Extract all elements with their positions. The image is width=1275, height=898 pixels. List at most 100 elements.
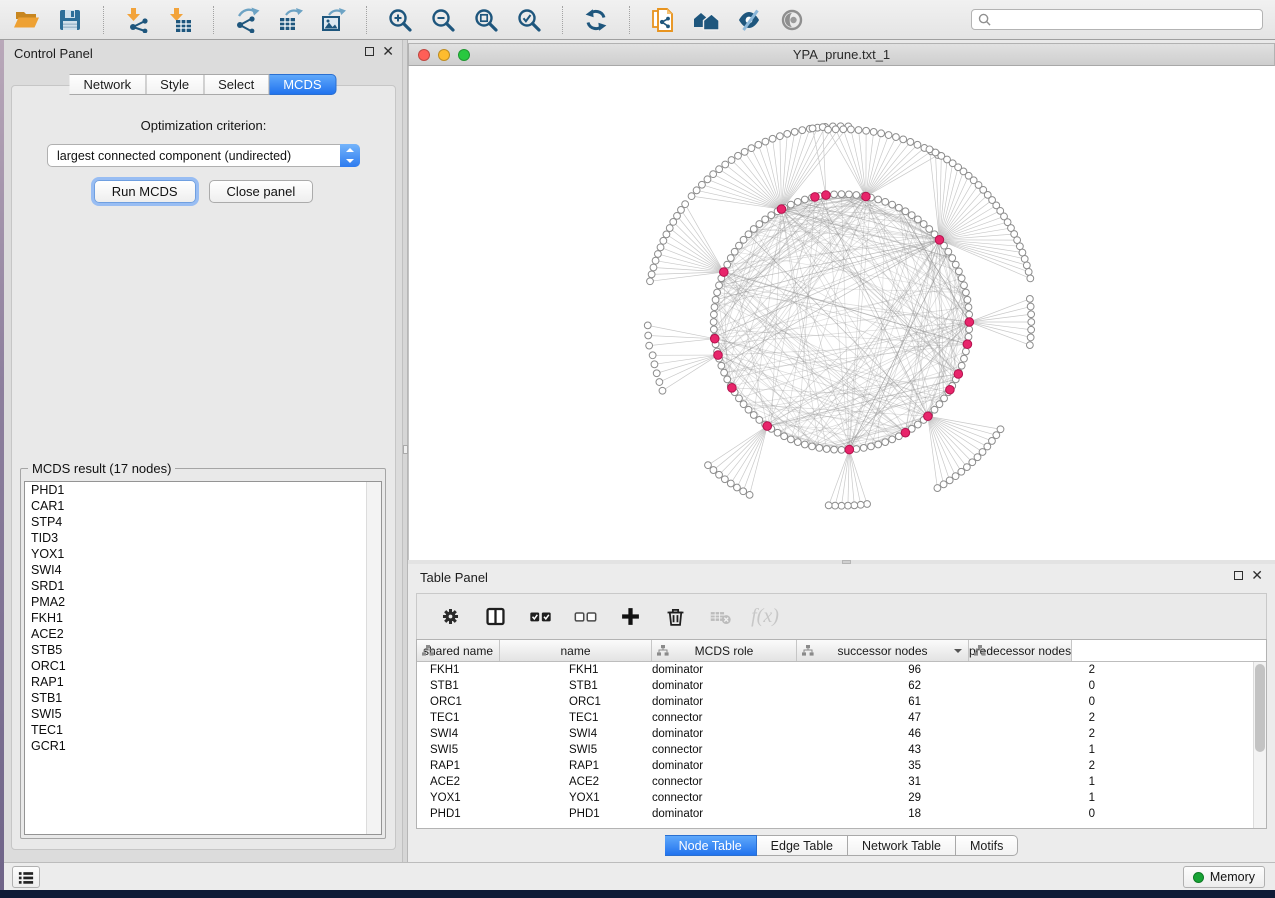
cell-successor-nodes[interactable]: 31 bbox=[791, 774, 936, 790]
table-column-header[interactable]: name bbox=[500, 640, 652, 661]
cell-mcds-role[interactable]: connector bbox=[639, 790, 791, 806]
table-settings-button[interactable] bbox=[437, 604, 463, 630]
hide-graphics-details-button[interactable] bbox=[734, 5, 764, 35]
cell-shared-name[interactable]: SWI4 bbox=[417, 726, 556, 742]
cell-name[interactable]: SWI5 bbox=[556, 742, 639, 758]
cell-mcds-role[interactable]: dominator bbox=[639, 678, 791, 694]
cell-shared-name[interactable]: FKH1 bbox=[417, 662, 556, 678]
table-column-header[interactable]: shared name bbox=[417, 640, 500, 661]
control-panel-tab[interactable]: Network bbox=[69, 74, 146, 95]
cell-mcds-role[interactable]: connector bbox=[639, 710, 791, 726]
zoom-fit-button[interactable] bbox=[471, 5, 501, 35]
cell-mcds-role[interactable]: dominator bbox=[639, 806, 791, 822]
cell-predecessor-nodes[interactable]: 1 bbox=[936, 774, 1108, 790]
cell-successor-nodes[interactable]: 18 bbox=[791, 806, 936, 822]
cell-successor-nodes[interactable]: 61 bbox=[791, 694, 936, 710]
close-panel-button[interactable]: Close panel bbox=[209, 180, 314, 203]
apply-layout-button[interactable] bbox=[581, 5, 611, 35]
control-panel-tab[interactable]: MCDS bbox=[269, 74, 336, 95]
cell-mcds-role[interactable]: dominator bbox=[639, 694, 791, 710]
table-row[interactable]: SWI5 SWI5 connector 43 1 bbox=[417, 742, 1266, 758]
mcds-result-item[interactable]: PHD1 bbox=[25, 482, 381, 498]
memory-button[interactable]: Memory bbox=[1183, 866, 1265, 888]
table-tab[interactable]: Edge Table bbox=[757, 835, 848, 856]
cell-shared-name[interactable]: ACE2 bbox=[417, 774, 556, 790]
cell-shared-name[interactable]: RAP1 bbox=[417, 758, 556, 774]
import-table-button[interactable] bbox=[165, 5, 195, 35]
task-history-button[interactable] bbox=[12, 866, 40, 888]
mcds-result-item[interactable]: YOX1 bbox=[25, 546, 381, 562]
mcds-result-item[interactable]: CAR1 bbox=[25, 498, 381, 514]
export-image-button[interactable] bbox=[318, 5, 348, 35]
cybrowser-home-button[interactable] bbox=[691, 5, 721, 35]
cell-mcds-role[interactable]: dominator bbox=[639, 758, 791, 774]
cell-predecessor-nodes[interactable]: 0 bbox=[936, 694, 1108, 710]
cell-shared-name[interactable]: PHD1 bbox=[417, 806, 556, 822]
network-canvas[interactable] bbox=[408, 66, 1275, 560]
cell-successor-nodes[interactable]: 46 bbox=[791, 726, 936, 742]
mcds-result-item[interactable]: SRD1 bbox=[25, 578, 381, 594]
cell-successor-nodes[interactable]: 29 bbox=[791, 790, 936, 806]
search-box[interactable] bbox=[971, 9, 1263, 30]
cell-mcds-role[interactable]: connector bbox=[639, 742, 791, 758]
cell-shared-name[interactable]: TEC1 bbox=[417, 710, 556, 726]
cell-shared-name[interactable]: STB1 bbox=[417, 678, 556, 694]
table-tab[interactable]: Node Table bbox=[665, 835, 757, 856]
cell-mcds-role[interactable]: dominator bbox=[639, 662, 791, 678]
cell-name[interactable]: SWI4 bbox=[556, 726, 639, 742]
cell-successor-nodes[interactable]: 43 bbox=[791, 742, 936, 758]
cell-mcds-role[interactable]: connector bbox=[639, 774, 791, 790]
cell-predecessor-nodes[interactable]: 2 bbox=[936, 758, 1108, 774]
optimization-criterion-select[interactable]: largest connected component (undirected) bbox=[47, 144, 360, 167]
table-scrollbar[interactable] bbox=[1253, 662, 1266, 828]
mcds-result-item[interactable]: STB1 bbox=[25, 690, 381, 706]
network-graph[interactable] bbox=[409, 66, 1275, 560]
cell-name[interactable]: STB1 bbox=[556, 678, 639, 694]
import-network-button[interactable] bbox=[122, 5, 152, 35]
network-window-titlebar[interactable]: YPA_prune.txt_1 bbox=[408, 43, 1275, 66]
table-column-header[interactable]: successor nodes bbox=[797, 640, 969, 661]
search-input[interactable] bbox=[995, 11, 1256, 28]
cell-name[interactable]: PHD1 bbox=[556, 806, 639, 822]
save-session-button[interactable] bbox=[55, 5, 85, 35]
table-row[interactable]: FKH1 FKH1 dominator 96 2 bbox=[417, 662, 1266, 678]
cell-successor-nodes[interactable]: 47 bbox=[791, 710, 936, 726]
cell-name[interactable]: TEC1 bbox=[556, 710, 639, 726]
mcds-result-item[interactable]: SWI4 bbox=[25, 562, 381, 578]
window-close-icon[interactable] bbox=[418, 49, 430, 61]
table-row[interactable]: TEC1 TEC1 connector 47 2 bbox=[417, 710, 1266, 726]
float-panel-icon[interactable] bbox=[365, 47, 374, 56]
table-column-header[interactable]: predecessor nodes bbox=[969, 640, 1072, 661]
mcds-result-item[interactable]: TEC1 bbox=[25, 722, 381, 738]
table-tab[interactable]: Motifs bbox=[956, 835, 1018, 856]
close-panel-icon[interactable]: ✕ bbox=[382, 46, 394, 57]
close-panel-icon[interactable]: ✕ bbox=[1251, 570, 1263, 581]
export-table-button[interactable] bbox=[275, 5, 305, 35]
mcds-result-item[interactable]: FKH1 bbox=[25, 610, 381, 626]
cell-name[interactable]: ACE2 bbox=[556, 774, 639, 790]
table-row[interactable]: SWI4 SWI4 dominator 46 2 bbox=[417, 726, 1266, 742]
mcds-result-item[interactable]: STP4 bbox=[25, 514, 381, 530]
table-column-header[interactable]: MCDS role bbox=[652, 640, 797, 661]
table-row[interactable]: RAP1 RAP1 dominator 35 2 bbox=[417, 758, 1266, 774]
mcds-result-list[interactable]: PHD1CAR1STP4TID3YOX1SWI4SRD1PMA2FKH1ACE2… bbox=[24, 481, 382, 835]
mcds-result-item[interactable]: ACE2 bbox=[25, 626, 381, 642]
deselect-all-button[interactable] bbox=[572, 604, 598, 630]
control-panel-tab[interactable]: Select bbox=[204, 74, 269, 95]
table-row[interactable]: PHD1 PHD1 dominator 18 0 bbox=[417, 806, 1266, 822]
cell-shared-name[interactable]: SWI5 bbox=[417, 742, 556, 758]
cell-name[interactable]: RAP1 bbox=[556, 758, 639, 774]
cell-name[interactable]: ORC1 bbox=[556, 694, 639, 710]
table-tab[interactable]: Network Table bbox=[848, 835, 956, 856]
table-row[interactable]: ACE2 ACE2 connector 31 1 bbox=[417, 774, 1266, 790]
float-panel-icon[interactable] bbox=[1234, 571, 1243, 580]
window-maximize-icon[interactable] bbox=[458, 49, 470, 61]
zoom-out-button[interactable] bbox=[428, 5, 458, 35]
run-mcds-button[interactable]: Run MCDS bbox=[94, 180, 196, 203]
mcds-result-item[interactable]: RAP1 bbox=[25, 674, 381, 690]
cell-successor-nodes[interactable]: 62 bbox=[791, 678, 936, 694]
cell-predecessor-nodes[interactable]: 2 bbox=[936, 710, 1108, 726]
table-row[interactable]: ORC1 ORC1 dominator 61 0 bbox=[417, 694, 1266, 710]
delete-rows-button[interactable] bbox=[662, 604, 688, 630]
cell-predecessor-nodes[interactable]: 1 bbox=[936, 790, 1108, 806]
